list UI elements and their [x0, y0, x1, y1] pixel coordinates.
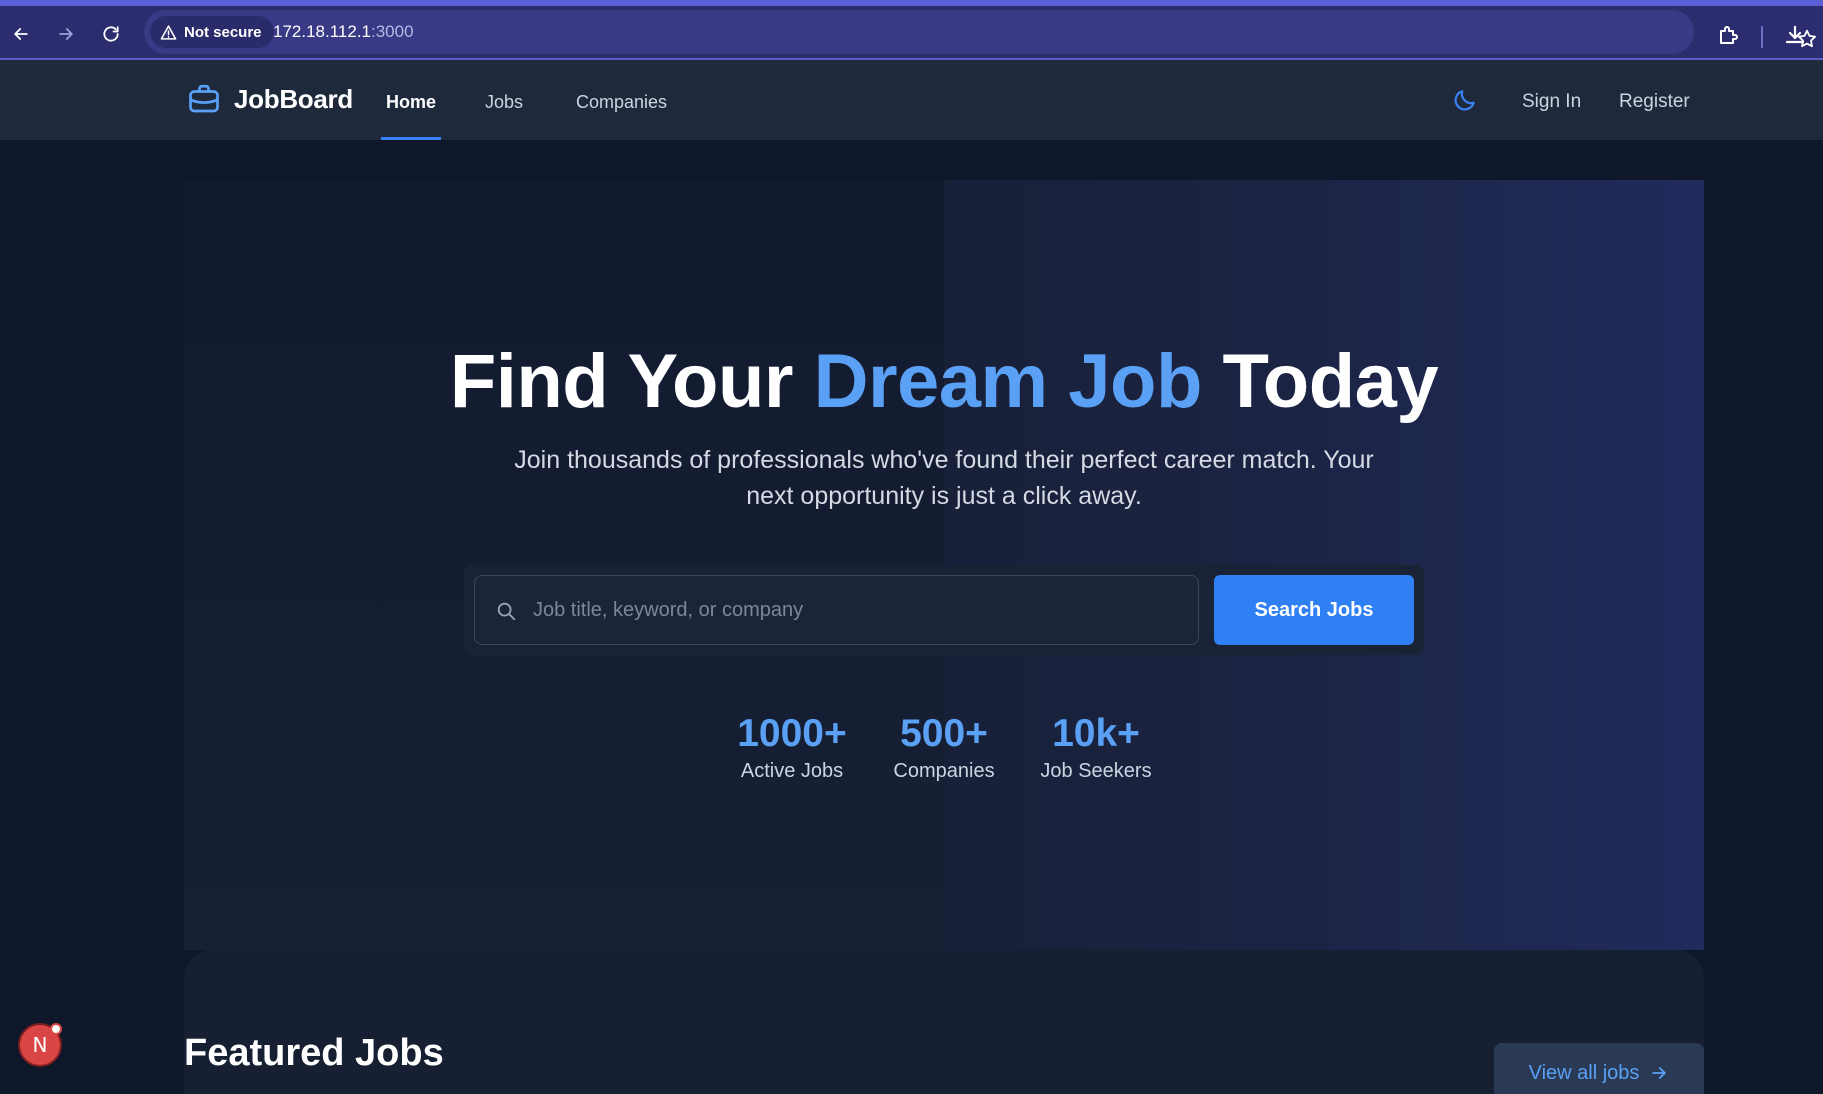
- stat-value: 1000+: [737, 712, 847, 755]
- notification-dot: [50, 1023, 62, 1035]
- stat-label: Active Jobs: [740, 760, 844, 782]
- nav-companies[interactable]: Companies: [576, 92, 667, 113]
- view-all-label: View all jobs: [1528, 1061, 1640, 1084]
- briefcase-icon: [189, 84, 219, 113]
- stat-label: Companies: [893, 760, 995, 782]
- forward-icon[interactable]: [51, 19, 81, 49]
- search-icon: [497, 602, 516, 621]
- search-field[interactable]: [474, 575, 1199, 645]
- arrow-right-icon: [1652, 1067, 1667, 1079]
- site-header: JobBoard Home Jobs Companies Sign In Reg…: [0, 60, 1823, 140]
- browser-toolbar: Not secure 172.18.112.1:3000: [0, 0, 1823, 60]
- search-panel: Search Jobs: [464, 565, 1424, 655]
- search-jobs-button[interactable]: Search Jobs: [1214, 575, 1414, 645]
- featured-jobs-title: Featured Jobs: [184, 1032, 444, 1074]
- warning-icon: [160, 24, 177, 40]
- security-label: Not secure: [184, 23, 262, 41]
- url-text: 172.18.112.1:3000: [273, 22, 414, 41]
- download-icon[interactable]: [1783, 23, 1807, 47]
- nav-home[interactable]: Home: [386, 92, 436, 113]
- security-chip[interactable]: Not secure: [150, 16, 274, 48]
- stat-job-seekers: 10k+ Job Seekers: [1034, 712, 1158, 783]
- toolbar-divider: [1761, 26, 1763, 48]
- view-all-jobs-button[interactable]: View all jobs: [1494, 1043, 1704, 1094]
- hero-subtitle: Join thousands of professionals who've f…: [514, 446, 1374, 510]
- stat-companies: 500+ Companies: [884, 712, 1004, 783]
- nav-jobs[interactable]: Jobs: [485, 92, 523, 113]
- address-bar[interactable]: Not secure 172.18.112.1:3000: [144, 10, 1816, 54]
- active-tab-indicator: [381, 137, 441, 140]
- featured-jobs-section: Featured Jobs View all jobs: [184, 950, 1704, 1094]
- register-link[interactable]: Register: [1619, 91, 1690, 113]
- moon-icon[interactable]: [1452, 87, 1478, 113]
- reload-icon[interactable]: [96, 19, 126, 49]
- stat-active-jobs: 1000+ Active Jobs: [730, 712, 854, 783]
- brand-logo[interactable]: JobBoard: [186, 81, 353, 117]
- stat-value: 10k+: [1052, 712, 1140, 755]
- back-icon[interactable]: [6, 19, 36, 49]
- extensions-icon[interactable]: [1717, 23, 1741, 47]
- sign-in-link[interactable]: Sign In: [1522, 91, 1581, 113]
- search-input[interactable]: [533, 576, 1183, 644]
- hero-section: Find Your Dream Job Today Join thousands…: [184, 180, 1704, 950]
- stat-label: Job Seekers: [1040, 760, 1152, 782]
- stat-value: 500+: [900, 712, 988, 755]
- hero-title: Find Your Dream Job Today: [449, 339, 1439, 424]
- brand-name: JobBoard: [234, 83, 353, 114]
